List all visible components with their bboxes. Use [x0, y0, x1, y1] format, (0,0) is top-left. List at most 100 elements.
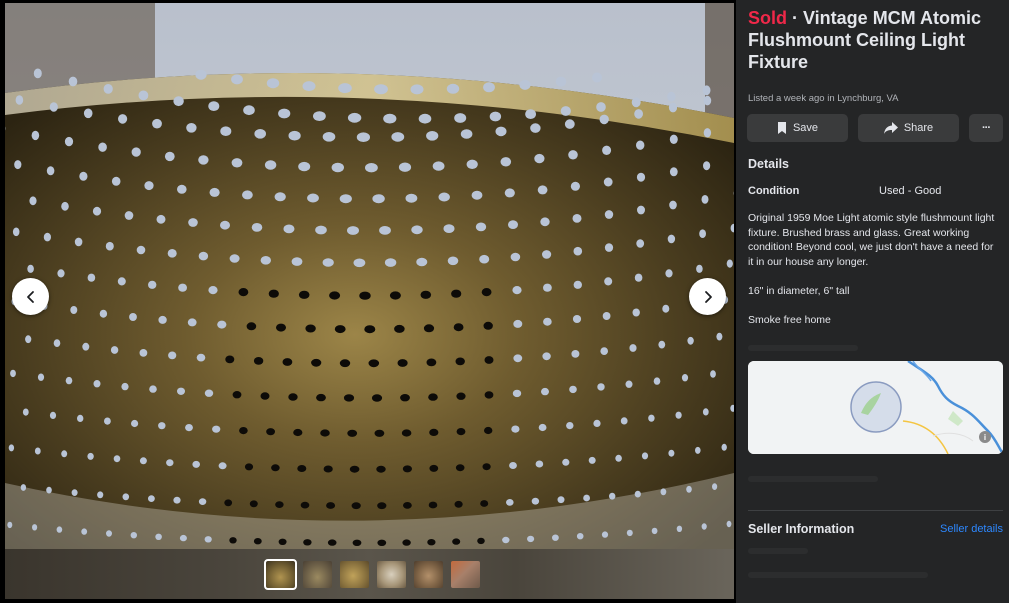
perforation-hole — [552, 534, 559, 541]
perforation-hole — [420, 290, 432, 299]
perforation-hole — [648, 414, 655, 422]
perforation-hole — [475, 222, 487, 232]
perforation-hole — [637, 205, 645, 215]
perforation-hole — [446, 83, 460, 94]
thumbnail-6[interactable] — [451, 561, 480, 588]
perforation-hole — [571, 350, 580, 358]
perforation-hole — [669, 134, 678, 144]
perforation-hole — [144, 181, 154, 191]
perforation-hole — [527, 535, 535, 543]
perforation-hole — [138, 90, 149, 101]
perforation-hole — [568, 150, 578, 160]
placeholder-line-4 — [748, 572, 928, 578]
perforation-hole — [57, 269, 65, 278]
location-map[interactable]: i — [748, 361, 1003, 454]
thumbnail-1[interactable] — [264, 559, 297, 590]
perforation-hole — [418, 113, 432, 124]
perforation-hole — [15, 95, 24, 105]
share-arrow-icon — [883, 122, 898, 134]
perforation-hole — [703, 95, 712, 106]
perforation-hole — [631, 97, 641, 108]
perforation-hole — [32, 524, 38, 531]
perforation-hole — [572, 315, 582, 323]
perforation-hole — [278, 538, 287, 545]
perforation-hole — [428, 393, 438, 401]
perforation-hole — [46, 166, 55, 176]
perforation-hole — [471, 190, 483, 200]
previous-photo-button[interactable] — [12, 278, 49, 315]
perforation-hole — [173, 96, 184, 107]
save-button[interactable]: Save — [747, 114, 848, 142]
perforation-hole — [311, 358, 322, 367]
perforation-hole — [604, 210, 614, 219]
perforation-hole — [271, 464, 280, 472]
thumbnail-4[interactable] — [377, 561, 406, 588]
perforation-hole — [217, 320, 227, 329]
perforation-hole — [208, 286, 218, 295]
perforation-hole — [12, 227, 20, 237]
perforation-hole — [502, 536, 510, 544]
perforation-hole — [37, 373, 45, 381]
perforation-hole — [198, 498, 207, 505]
more-options-button[interactable]: ··· — [969, 114, 1003, 142]
next-photo-button[interactable] — [689, 278, 726, 315]
perforation-hole — [542, 250, 552, 259]
thumbnail-5[interactable] — [414, 561, 443, 588]
perforation-hole — [106, 530, 112, 537]
perforation-hole — [93, 380, 101, 388]
perforation-hole — [372, 194, 385, 204]
perforation-hole — [168, 351, 177, 360]
perforation-hole — [391, 132, 405, 142]
share-button-label: Share — [903, 122, 934, 134]
share-button[interactable]: Share — [858, 114, 959, 142]
perforation-hole — [543, 317, 552, 326]
perforation-hole — [339, 194, 352, 204]
perforation-hole — [525, 109, 536, 119]
perforation-hole — [519, 79, 531, 90]
listing-photo — [5, 3, 734, 549]
perforation-hole — [113, 455, 121, 463]
perforation-hole — [379, 226, 391, 235]
perforation-hole — [596, 102, 606, 112]
perforation-hole — [87, 273, 96, 282]
perforation-hole — [282, 358, 293, 366]
perforation-hole — [242, 190, 253, 200]
perforation-hole — [495, 126, 507, 137]
perforation-hole — [402, 465, 412, 473]
perforation-hole — [479, 254, 490, 264]
perforation-hole — [232, 391, 242, 399]
map-image: i — [748, 361, 1003, 454]
perforation-hole — [196, 353, 206, 362]
perforation-hole — [676, 525, 683, 532]
perforation-hole — [466, 159, 478, 169]
perforation-hole — [356, 132, 370, 142]
chevron-left-icon — [26, 290, 34, 303]
perforation-hole — [274, 192, 286, 202]
action-bar: Save Share ··· — [747, 114, 1003, 142]
perforation-hole — [105, 241, 114, 251]
perforation-hole — [198, 251, 209, 261]
thumbnail-3[interactable] — [340, 561, 369, 588]
perforation-hole — [560, 106, 571, 116]
listing-details-panel: Sold · Vintage MCM Atomic Flushmount Cei… — [736, 0, 1009, 603]
perforation-hole — [178, 283, 188, 292]
perforation-hole — [483, 321, 493, 330]
perforation-hole — [104, 417, 111, 425]
perforation-hole — [339, 359, 351, 368]
perforation-hole — [131, 419, 139, 428]
perforation-hole — [83, 108, 93, 119]
perforation-hole — [604, 243, 614, 252]
perforation-hole — [81, 528, 88, 535]
perforation-hole — [572, 214, 582, 223]
perforation-hole — [218, 462, 227, 470]
perforation-hole — [401, 429, 412, 437]
perforation-hole — [667, 234, 676, 244]
perforation-hole — [98, 142, 107, 152]
perforation-hole — [322, 132, 336, 142]
perforation-hole — [557, 496, 565, 504]
perforation-hole — [455, 464, 465, 472]
seller-information-heading: Seller Information — [748, 522, 855, 536]
thumbnail-2[interactable] — [303, 561, 332, 588]
seller-details-link[interactable]: Seller details — [940, 523, 1003, 535]
perforation-hole — [716, 332, 723, 341]
